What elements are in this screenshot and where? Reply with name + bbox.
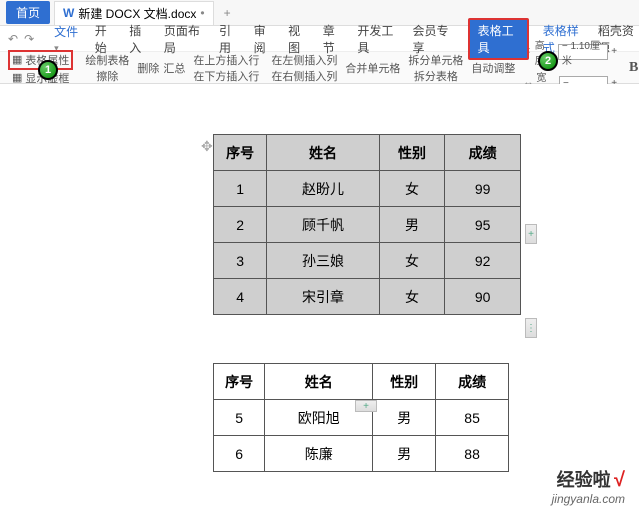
th-name[interactable]: 姓名 bbox=[265, 364, 373, 400]
redo-button[interactable]: ↷ bbox=[24, 32, 34, 46]
add-row-handle-icon[interactable]: + bbox=[355, 400, 377, 412]
split-cell-button[interactable]: 拆分单元格 bbox=[408, 52, 463, 68]
menu-table-tool[interactable]: 表格工具 bbox=[468, 18, 529, 60]
split-table-button[interactable]: 拆分表格 bbox=[414, 68, 458, 84]
watermark-url: jingyanla.com bbox=[552, 492, 625, 506]
menu-dev[interactable]: 开发工具 bbox=[357, 22, 398, 56]
add-tab-button[interactable]: + bbox=[214, 6, 241, 20]
main-table-2[interactable]: 序号 姓名 性别 成绩 5欧阳旭男85 6陈廉男88 bbox=[213, 363, 509, 472]
table-row: 6陈廉男88 bbox=[214, 436, 509, 472]
docx-icon: W bbox=[63, 6, 74, 20]
draw-table-button[interactable]: 绘制表格 bbox=[85, 52, 129, 68]
watermark-check-icon: √ bbox=[614, 469, 625, 491]
height-input[interactable]: − 1.10厘米 bbox=[558, 44, 608, 60]
menu-layout[interactable]: 页面布局 bbox=[164, 22, 205, 56]
erase-button[interactable]: 擦除 bbox=[96, 68, 118, 84]
insert-col-right-button[interactable]: 在右侧插入列 bbox=[271, 68, 337, 84]
th-score[interactable]: 成绩 bbox=[445, 135, 521, 171]
auto-fit-button[interactable]: 自动调整 bbox=[471, 60, 515, 76]
table-prop-icon: ▦ bbox=[12, 53, 22, 66]
th-name[interactable]: 姓名 bbox=[267, 135, 380, 171]
insert-row-below-button[interactable]: 在下方插入行 bbox=[193, 68, 259, 84]
table-row: 4宋引章女90 bbox=[214, 279, 521, 315]
insert-col-left-button[interactable]: 在左侧插入列 bbox=[271, 52, 337, 68]
menu-section[interactable]: 章节 bbox=[323, 22, 344, 56]
insert-row-above-button[interactable]: 在上方插入行 bbox=[193, 52, 259, 68]
menu-insert[interactable]: 插入 bbox=[129, 22, 150, 56]
table-row: 3孙三娘女92 bbox=[214, 243, 521, 279]
table-row: 序号 姓名 性别 成绩 bbox=[214, 135, 521, 171]
document-tab-label: 新建 DOCX 文档.docx bbox=[78, 5, 196, 22]
menu-member[interactable]: 会员专享 bbox=[412, 22, 453, 56]
bold-button[interactable]: B bbox=[629, 60, 638, 76]
th-gender[interactable]: 性别 bbox=[373, 364, 436, 400]
menu-start[interactable]: 开始 bbox=[95, 22, 116, 56]
delete-button[interactable]: 删除 bbox=[137, 60, 159, 76]
format-group: B I U - A - A bbox=[625, 59, 639, 76]
th-gender[interactable]: 性别 bbox=[379, 135, 444, 171]
watermark: 经验啦 √ jingyanla.com bbox=[552, 466, 625, 506]
resize-handle-icon[interactable]: ⋮ bbox=[525, 318, 537, 338]
tab-menu-icon[interactable]: • bbox=[200, 6, 204, 20]
menu-ref[interactable]: 引用 bbox=[219, 22, 240, 56]
document-canvas: ✥ 序号 姓名 性别 成绩 1赵盼儿女99 2顾千帆男95 3孙三娘女92 4宋… bbox=[0, 84, 639, 516]
dash-icon: ▦ bbox=[12, 71, 22, 84]
th-num[interactable]: 序号 bbox=[214, 364, 265, 400]
table-move-handle-icon[interactable]: ✥ bbox=[201, 138, 213, 155]
summary-button[interactable]: 汇总 bbox=[163, 60, 185, 76]
merge-cells-button[interactable]: 合并单元格 bbox=[345, 60, 400, 76]
draw-erase-group: 绘制表格 擦除 bbox=[81, 52, 133, 84]
table-row: 1赵盼儿女99 bbox=[214, 171, 521, 207]
callout-badge-1: 1 bbox=[38, 60, 58, 80]
th-num[interactable]: 序号 bbox=[214, 135, 267, 171]
main-table-1[interactable]: 序号 姓名 性别 成绩 1赵盼儿女99 2顾千帆男95 3孙三娘女92 4宋引章… bbox=[213, 134, 521, 315]
menu-review[interactable]: 审阅 bbox=[254, 22, 275, 56]
history-controls: ↶ ↷ bbox=[8, 32, 34, 46]
home-tab[interactable]: 首页 bbox=[6, 1, 50, 24]
table-row: 2顾千帆男95 bbox=[214, 207, 521, 243]
menu-view[interactable]: 视图 bbox=[288, 22, 309, 56]
callout-badge-2: 2 bbox=[538, 51, 558, 71]
undo-button[interactable]: ↶ bbox=[8, 32, 18, 46]
table-row: 序号 姓名 性别 成绩 bbox=[214, 364, 509, 400]
watermark-brand: 经验啦 bbox=[557, 470, 611, 490]
height-stepper[interactable]: + bbox=[611, 46, 617, 57]
th-score[interactable]: 成绩 bbox=[436, 364, 509, 400]
add-col-handle-icon[interactable]: + bbox=[525, 224, 537, 244]
